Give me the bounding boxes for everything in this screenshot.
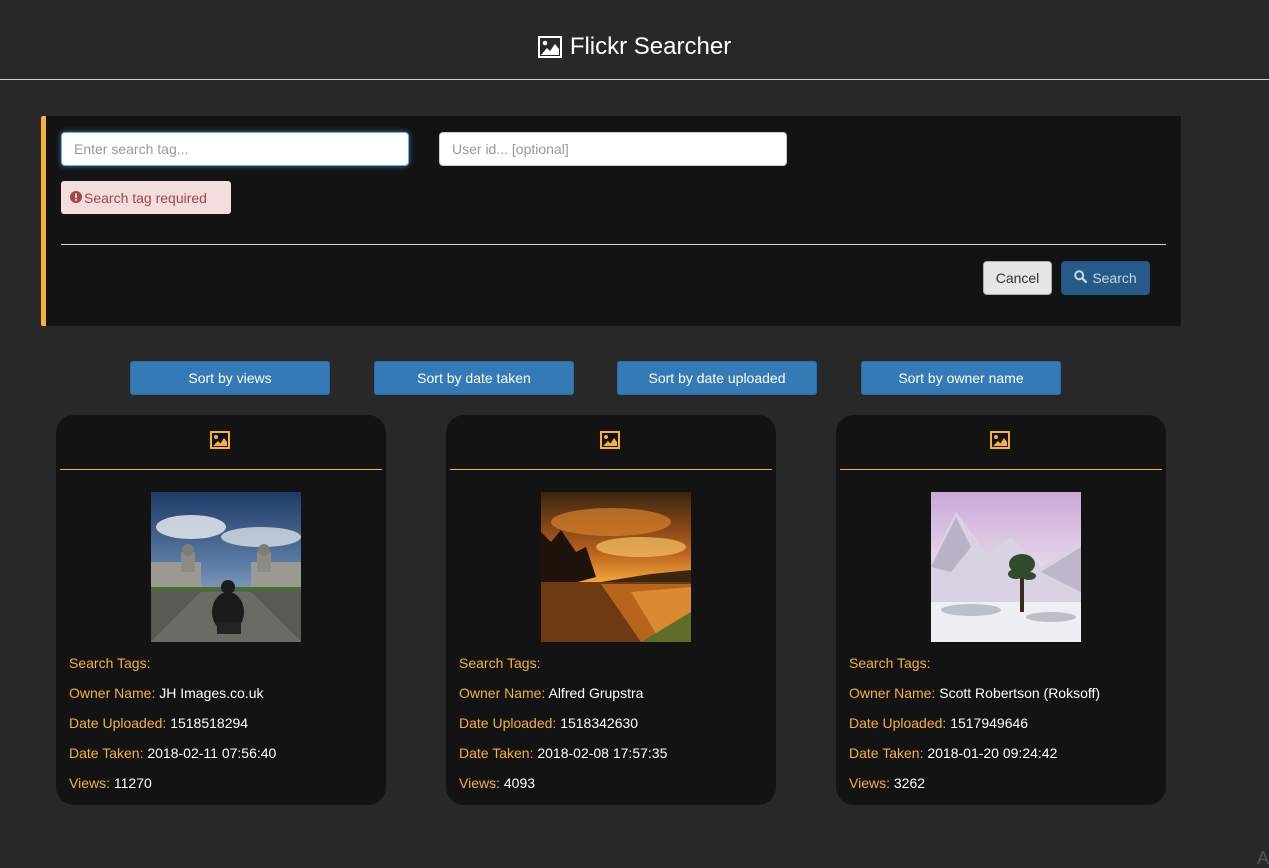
photo-thumbnail[interactable] <box>931 492 1081 642</box>
search-button[interactable]: Search <box>1061 261 1150 295</box>
image-icon <box>990 431 1010 454</box>
date-taken-row: Date Taken: 2018-02-08 17:57:35 <box>459 745 667 761</box>
owner-name-value: Scott Robertson (Roksoff) <box>939 685 1101 701</box>
photo-card: Search Tags: Owner Name: Alfred Grupstra… <box>446 415 776 805</box>
owner-name-value: Alfred Grupstra <box>548 685 644 701</box>
date-uploaded-label: Date Uploaded: <box>69 715 167 731</box>
photo-card: Search Tags: Owner Name: JH Images.co.uk… <box>56 415 386 805</box>
search-icon <box>1074 270 1088 286</box>
image-icon <box>600 431 620 454</box>
image-icon <box>537 36 562 58</box>
owner-name-value: JH Images.co.uk <box>159 685 264 701</box>
sort-by-owner-name-label: Sort by owner name <box>898 370 1024 386</box>
sort-by-date-uploaded-label: Sort by date uploaded <box>648 370 786 386</box>
search-tags-row: Search Tags: <box>849 655 930 671</box>
owner-name-label: Owner Name: <box>459 685 546 701</box>
sort-by-date-taken-button[interactable]: Sort by date taken <box>374 361 574 395</box>
search-tags-row: Search Tags: <box>459 655 540 671</box>
photo-thumbnail[interactable] <box>541 492 691 642</box>
photo-card-header <box>450 415 772 470</box>
search-tag-input[interactable] <box>61 132 409 166</box>
views-label: Views: <box>849 775 890 791</box>
views-value: 3262 <box>893 775 926 791</box>
error-text: Search tag required <box>84 189 207 206</box>
photo-card-header <box>60 415 382 470</box>
owner-name-row: Owner Name: Scott Robertson (Roksoff) <box>849 685 1100 701</box>
exclamation-circle-icon <box>70 190 82 206</box>
date-uploaded-value: 1517949646 <box>950 715 1029 731</box>
views-label: Views: <box>459 775 500 791</box>
date-uploaded-row: Date Uploaded: 1518342630 <box>459 715 638 731</box>
sort-by-views-label: Sort by views <box>188 370 272 386</box>
date-taken-label: Date Taken: <box>459 745 534 761</box>
date-uploaded-value: 1518518294 <box>170 715 249 731</box>
date-taken-value: 2018-02-08 17:57:35 <box>537 745 668 761</box>
views-value: 4093 <box>503 775 536 791</box>
views-row: Views: 4093 <box>459 775 535 791</box>
sort-by-views-button[interactable]: Sort by views <box>130 361 330 395</box>
owner-name-label: Owner Name: <box>69 685 156 701</box>
date-uploaded-row: Date Uploaded: 1517949646 <box>849 715 1028 731</box>
date-uploaded-value: 1518342630 <box>560 715 639 731</box>
sort-by-owner-name-button[interactable]: Sort by owner name <box>861 361 1061 395</box>
date-taken-value: 2018-01-20 09:24:42 <box>927 745 1058 761</box>
image-icon <box>210 431 230 454</box>
views-row: Views: 3262 <box>849 775 925 791</box>
search-tag-error: Search tag required <box>61 181 231 214</box>
owner-name-row: Owner Name: JH Images.co.uk <box>69 685 264 701</box>
cancel-label: Cancel <box>995 270 1040 286</box>
owner-name-row: Owner Name: Alfred Grupstra <box>459 685 643 701</box>
date-taken-value: 2018-02-11 07:56:40 <box>147 745 277 761</box>
user-id-input[interactable] <box>439 132 787 166</box>
date-uploaded-label: Date Uploaded: <box>459 715 557 731</box>
photo-thumbnail[interactable] <box>151 492 301 642</box>
cancel-button[interactable]: Cancel <box>983 261 1052 295</box>
search-panel: Search tag required Cancel Search <box>41 116 1181 326</box>
search-tags-label: Search Tags: <box>69 655 151 671</box>
sort-by-date-taken-label: Sort by date taken <box>417 370 531 386</box>
photo-card-header <box>840 415 1162 470</box>
search-tags-row: Search Tags: <box>69 655 150 671</box>
date-taken-label: Date Taken: <box>69 745 144 761</box>
search-label: Search <box>1092 270 1137 286</box>
owner-name-label: Owner Name: <box>849 685 936 701</box>
sort-by-date-uploaded-button[interactable]: Sort by date uploaded <box>617 361 817 395</box>
views-value: 11270 <box>113 775 152 791</box>
search-tags-label: Search Tags: <box>849 655 931 671</box>
views-row: Views: 11270 <box>69 775 152 791</box>
search-tags-label: Search Tags: <box>459 655 541 671</box>
app-header: Flickr Searcher <box>0 0 1269 80</box>
date-uploaded-row: Date Uploaded: 1518518294 <box>69 715 248 731</box>
views-label: Views: <box>69 775 110 791</box>
page-title: Flickr Searcher <box>0 33 1269 61</box>
corner-text: A <box>1257 848 1269 868</box>
date-taken-row: Date Taken: 2018-02-11 07:56:40 <box>69 745 276 761</box>
photo-card: Search Tags: Owner Name: Scott Robertson… <box>836 415 1166 805</box>
date-taken-label: Date Taken: <box>849 745 924 761</box>
panel-divider <box>61 244 1166 245</box>
date-uploaded-label: Date Uploaded: <box>849 715 947 731</box>
page-title-text: Flickr Searcher <box>569 33 732 60</box>
date-taken-row: Date Taken: 2018-01-20 09:24:42 <box>849 745 1057 761</box>
